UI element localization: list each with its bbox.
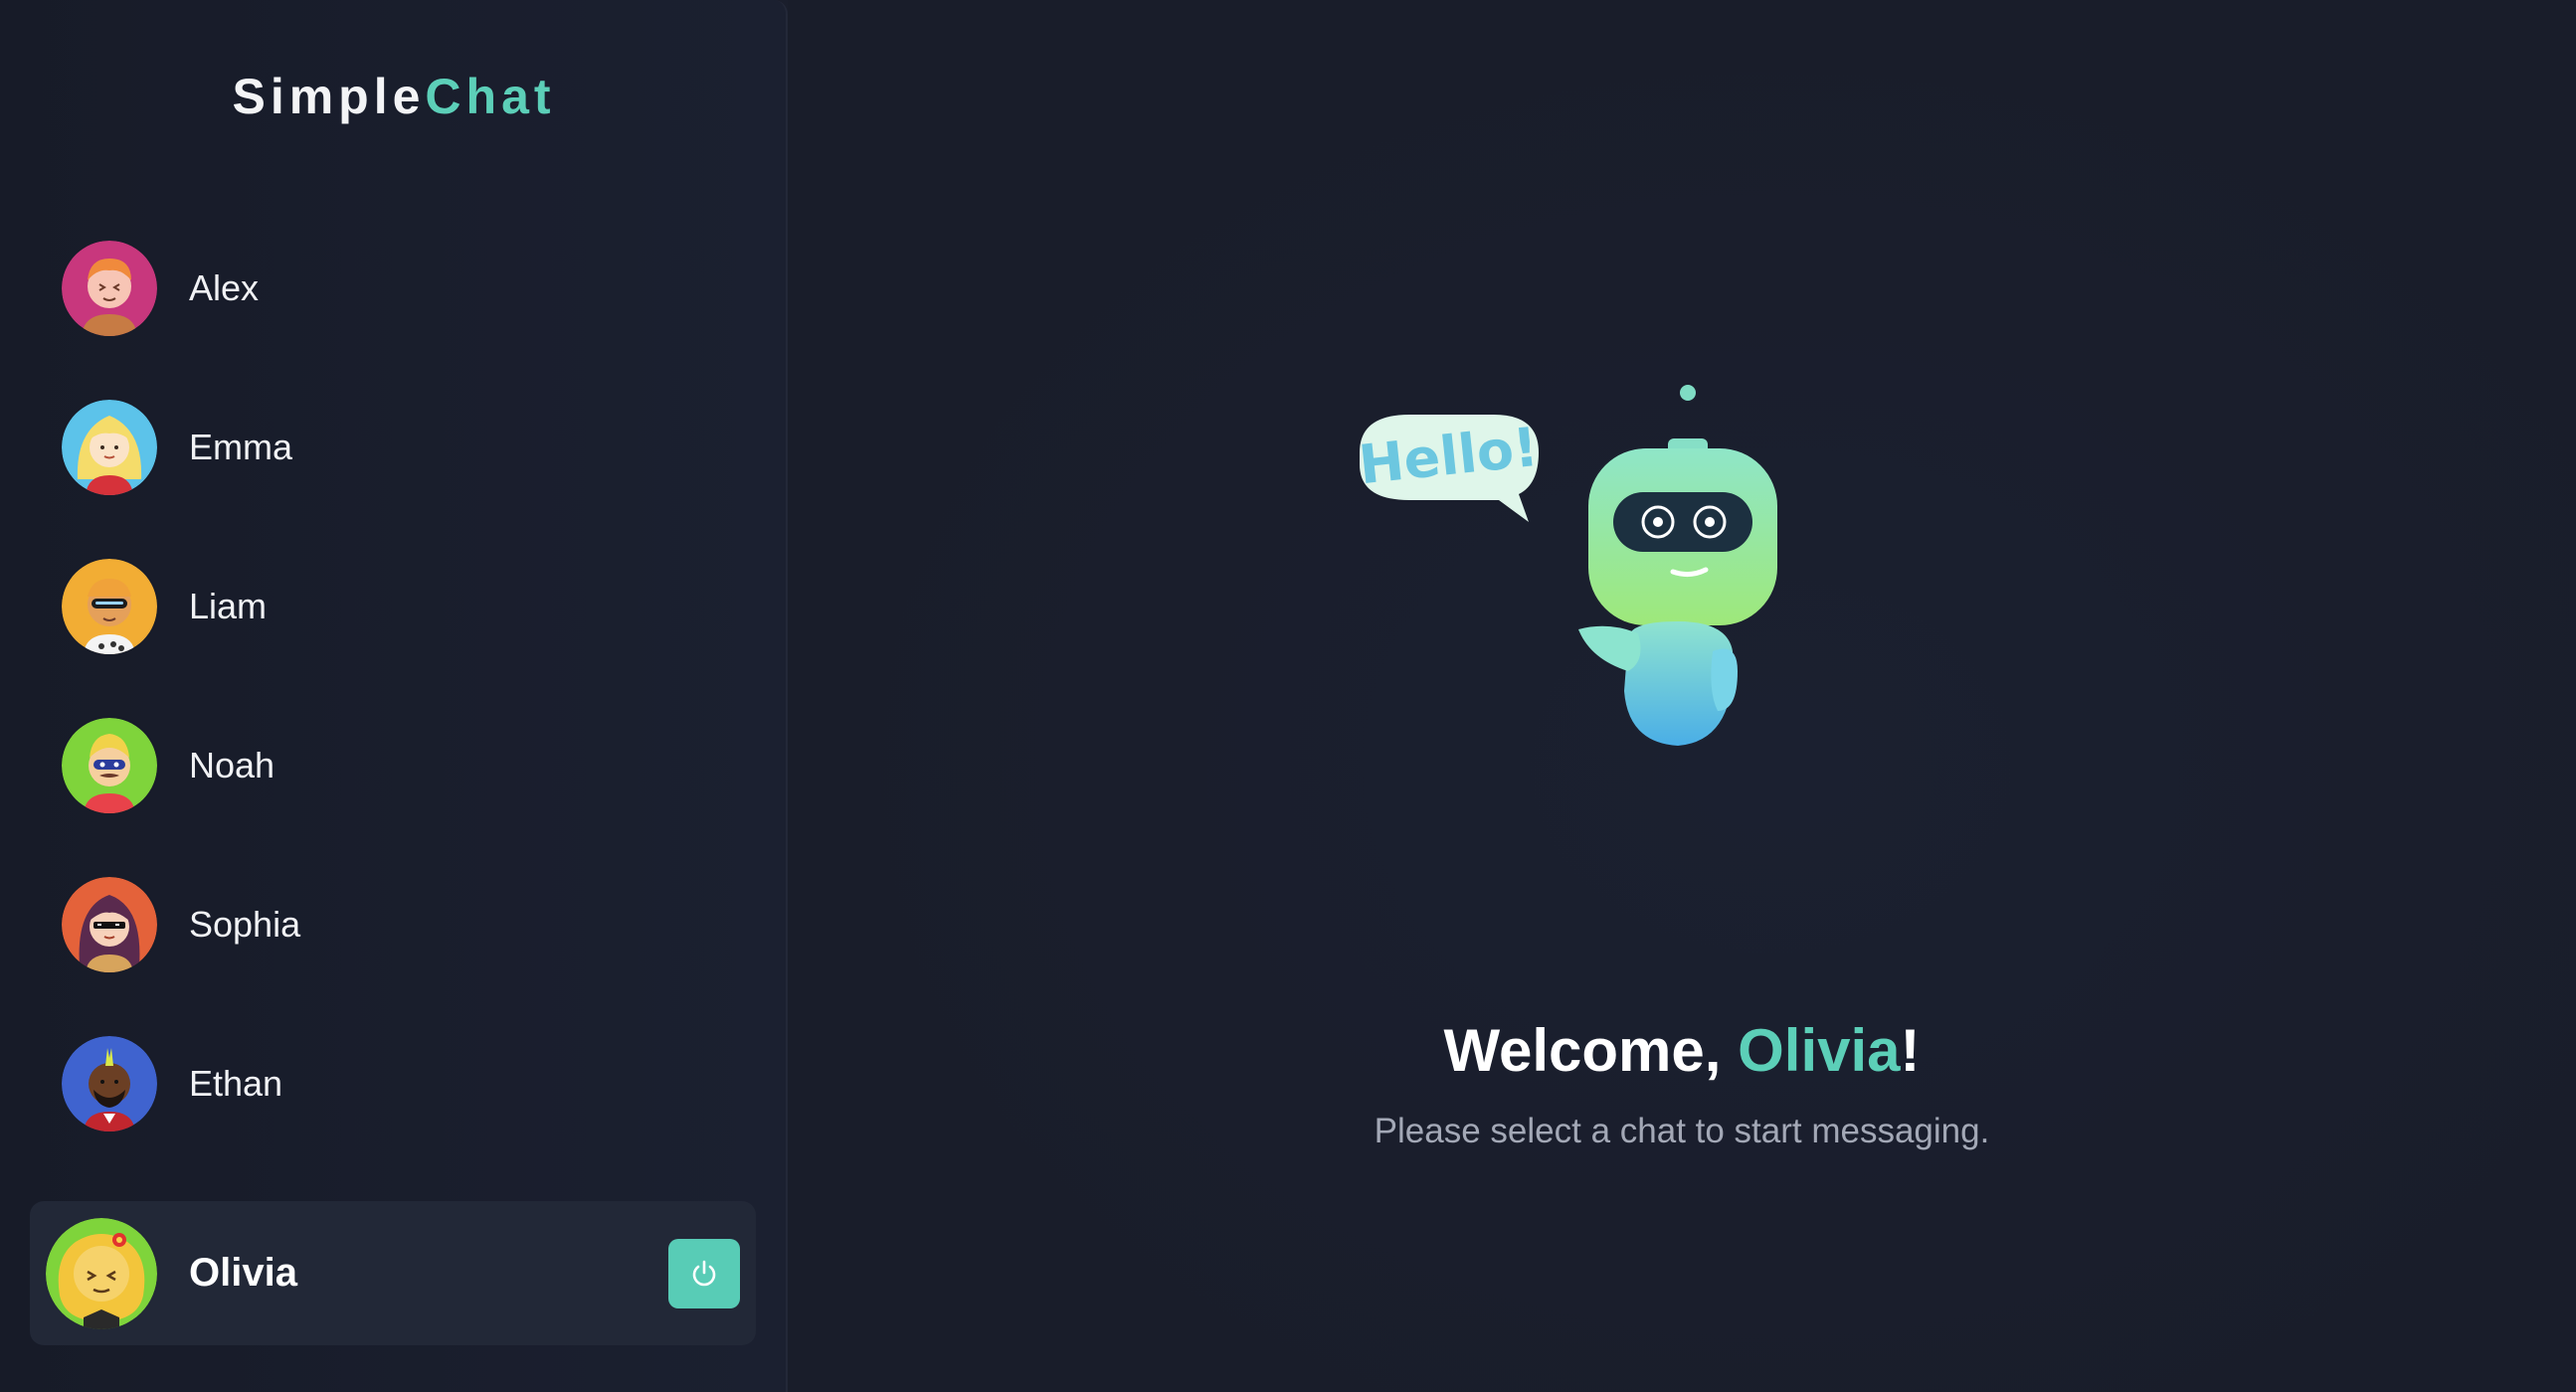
avatar <box>62 1036 157 1131</box>
contact-item-noah[interactable]: Noah <box>0 686 788 845</box>
logo-part-chat: Chat <box>425 69 556 124</box>
logo-part-simple: Simple <box>232 69 426 124</box>
contact-name: Emma <box>189 427 293 467</box>
robot-illustration: Hello! <box>1356 385 1777 746</box>
current-user-card: Olivia <box>30 1201 756 1345</box>
welcome-suffix: ! <box>1900 1017 1921 1084</box>
contact-item-sophia[interactable]: Sophia <box>0 845 788 1004</box>
welcome-subtitle: Please select a chat to start messaging. <box>1374 1112 1990 1150</box>
contact-item-alex[interactable]: Alex <box>0 209 788 368</box>
contact-name: Noah <box>189 745 276 785</box>
current-user-avatar <box>46 1217 157 1329</box>
contact-item-emma[interactable]: Emma <box>0 368 788 527</box>
current-user-name: Olivia <box>189 1251 297 1295</box>
welcome-prefix: Welcome, <box>1443 1017 1739 1084</box>
avatar <box>62 718 157 813</box>
contact-name: Sophia <box>189 904 301 945</box>
welcome-heading: Welcome, Olivia! <box>788 1016 2576 1085</box>
contact-list: Alex Emma Liam Noah Sophia Ethan <box>0 209 788 1163</box>
contact-item-ethan[interactable]: Ethan <box>0 1004 788 1163</box>
contact-item-liam[interactable]: Liam <box>0 527 788 686</box>
avatar <box>62 241 157 336</box>
contact-name: Liam <box>189 586 268 626</box>
avatar <box>62 877 157 972</box>
avatar <box>62 559 157 654</box>
contact-name: Alex <box>189 267 260 308</box>
avatar <box>62 400 157 495</box>
main-panel: Hello! Welcome, Olivia! Please select a … <box>788 0 2576 1392</box>
welcome-user-name: Olivia <box>1738 1017 1901 1084</box>
power-icon <box>692 1260 716 1287</box>
contact-name: Ethan <box>189 1063 283 1104</box>
app-window: SimpleChat Alex Emma Liam Noah Sophia Et… <box>0 0 2576 1392</box>
sidebar: SimpleChat Alex Emma Liam Noah Sophia Et… <box>0 0 788 1392</box>
logout-button[interactable] <box>668 1239 740 1308</box>
app-logo: SimpleChat <box>0 68 788 125</box>
